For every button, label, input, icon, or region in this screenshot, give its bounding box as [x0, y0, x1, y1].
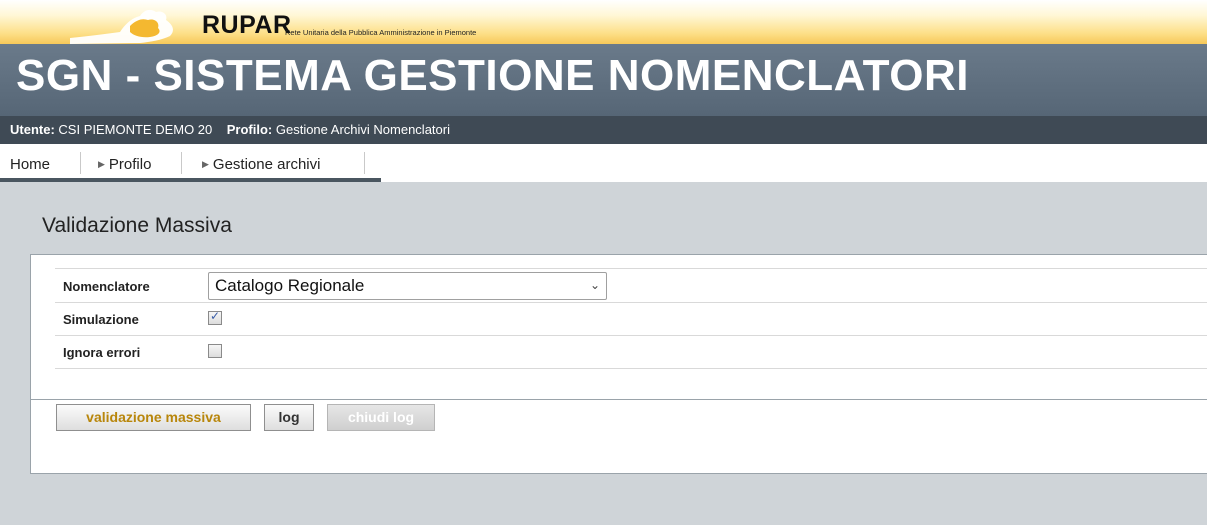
ignora-errori-row: Ignora errori — [55, 336, 1207, 369]
validazione-massiva-button[interactable]: validazione massiva — [56, 404, 251, 431]
rupar-subtitle: Rete Unitaria della Pubblica Amministraz… — [285, 28, 477, 37]
nomenclatore-row: Nomenclatore Catalogo Regionale ⌄ — [55, 269, 1207, 303]
app-title: SGN - SISTEMA GESTIONE NOMENCLATORI — [16, 51, 969, 100]
user-value: CSI PIEMONTE DEMO 20 — [58, 122, 213, 137]
simulazione-row: Simulazione ✓ — [55, 303, 1207, 336]
triangle-right-icon: ▶ — [98, 159, 105, 169]
nomenclatore-value: Catalogo Regionale — [215, 276, 365, 295]
log-button[interactable]: log — [264, 404, 314, 431]
ignora-errori-checkbox[interactable] — [208, 344, 222, 358]
button-divider — [31, 399, 1207, 400]
nav-separator — [181, 152, 182, 174]
user-info: Utente: CSI PIEMONTE DEMO 20 Profilo: Ge… — [10, 122, 450, 137]
profile-value: Gestione Archivi Nomenclatori — [275, 122, 450, 137]
chevron-down-icon: ⌄ — [589, 278, 600, 292]
nav-separator — [80, 152, 81, 174]
nav-gestione-link[interactable]: ▶ Gestione archivi — [202, 156, 320, 173]
nomenclatore-select[interactable]: Catalogo Regionale ⌄ — [208, 272, 607, 300]
rupar-logo: RUPAR — [202, 11, 292, 39]
ignora-errori-label: Ignora errori — [63, 345, 141, 360]
breadcrumb-nav: Home ▶ Profilo ▶ Gestione archivi — [0, 144, 1207, 182]
nav-separator — [364, 152, 365, 174]
piemonte-map-icon — [70, 9, 173, 44]
chiudi-log-button[interactable]: chiudi log — [327, 404, 435, 431]
nav-profilo-label: Profilo — [108, 156, 152, 173]
user-label: Utente: — [10, 122, 55, 137]
simulazione-label: Simulazione — [63, 312, 139, 327]
nomenclatore-label: Nomenclatore — [63, 279, 150, 294]
main-content: Validazione Massiva Nomenclatore Catalog… — [0, 182, 1207, 525]
checkmark-icon: ✓ — [210, 309, 221, 323]
nav-home-link[interactable]: Home — [10, 156, 50, 173]
nav-profilo-link[interactable]: ▶ Profilo — [98, 156, 151, 173]
simulazione-checkbox[interactable]: ✓ — [208, 309, 222, 325]
nav-gestione-label: Gestione archivi — [212, 156, 321, 173]
validation-form: Nomenclatore Catalogo Regionale ⌄ Simula… — [55, 268, 1207, 381]
form-panel: Nomenclatore Catalogo Regionale ⌄ Simula… — [30, 254, 1207, 474]
profile-label: Profilo: — [226, 122, 273, 137]
page-title: Validazione Massiva — [42, 214, 232, 237]
rupar-banner: RUPAR Rete Unitaria della Pubblica Ammin… — [0, 0, 1207, 44]
user-bar: Utente: CSI PIEMONTE DEMO 20 Profilo: Ge… — [0, 116, 1207, 144]
triangle-right-icon: ▶ — [202, 159, 209, 169]
app-title-bar: SGN - SISTEMA GESTIONE NOMENCLATORI — [0, 44, 1207, 116]
